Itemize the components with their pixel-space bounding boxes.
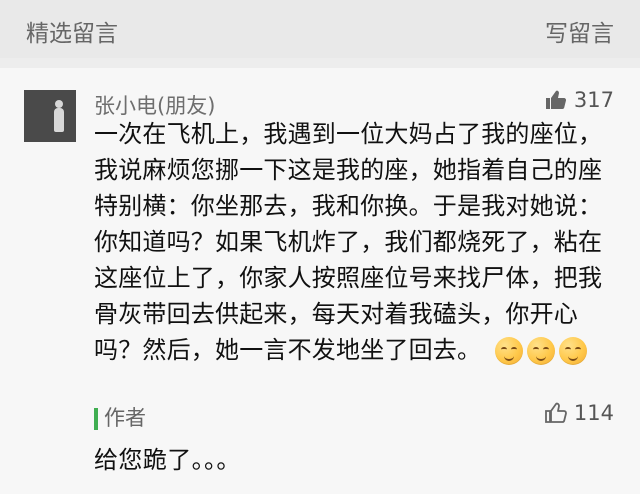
comment-like-count: 317 [573,88,614,112]
comment-page: 精选留言 写留言 张小电(朋友) 317 一次在飞机上，我遇到一位大妈占了我的座… [0,0,640,494]
avatar-figure [54,108,64,132]
comment-card: 张小电(朋友) 317 一次在飞机上，我遇到一位大妈占了我的座位，我说麻烦您挪一… [0,68,640,494]
avatar-head [55,100,63,108]
reply-text: 给您跪了。。。 [94,446,241,474]
smiling-face-emoji [495,337,524,365]
avatar[interactable] [24,90,76,142]
thumbs-up-icon [544,88,568,112]
write-comment-button[interactable]: 写留言 [545,14,614,48]
comment-text: 一次在飞机上，我遇到一位大妈占了我的座位，我说麻烦您挪一下这是我的座，她指着自己… [94,120,603,364]
reply-like-button[interactable]: 114 [544,401,614,425]
smiling-face-emoji [559,337,588,365]
reply-accent-bar [94,408,98,430]
thumbs-up-icon [544,401,568,425]
header: 精选留言 写留言 [0,0,640,58]
smiling-face-emoji [527,337,556,365]
reply-author: 作者 [104,406,146,430]
comment-like-button[interactable]: 317 [544,88,614,112]
reply-like-count: 114 [573,401,614,425]
selected-comments-title: 精选留言 [26,21,118,47]
comment-body: 一次在飞机上，我遇到一位大妈占了我的座位，我说麻烦您挪一下这是我的座，她指着自己… [94,116,618,368]
emoji-row [495,337,588,365]
